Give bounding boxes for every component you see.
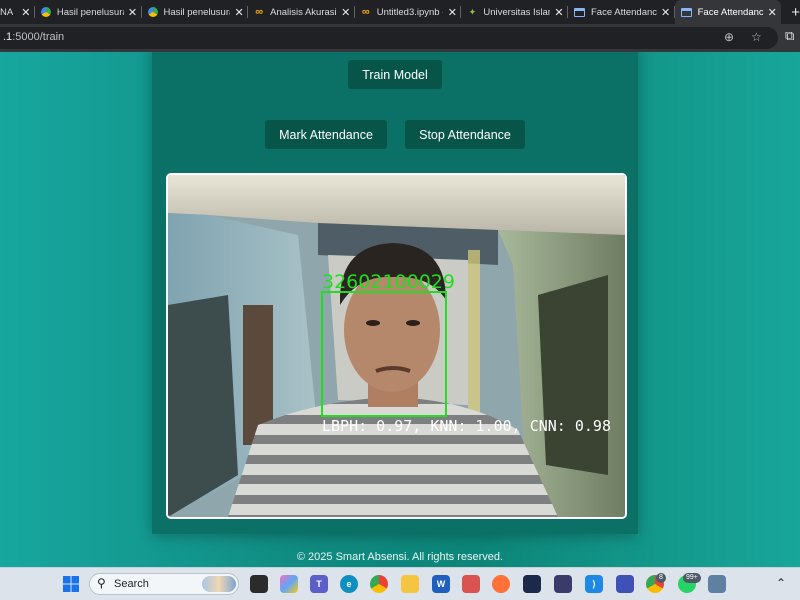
address-bar: .1:5000/train ⊕ ☆ (0, 24, 800, 52)
firefox-icon[interactable] (492, 575, 510, 593)
url-path: :5000/train (12, 31, 65, 43)
search-icon: ⚲ (97, 576, 106, 590)
taskbar: ⚲ Search T e W ⟩ 8 99+ ⌃ (0, 567, 800, 600)
camera-frame: 32602100029 LBPH: 0.97, KNN: 1.00, CNN: … (168, 175, 625, 517)
chrome-badge: 8 (656, 573, 666, 583)
close-icon[interactable]: ✕ (447, 6, 457, 19)
tab-title: Universitas Islam (483, 6, 550, 18)
task-view-icon[interactable] (250, 575, 268, 593)
file-explorer-icon[interactable] (401, 575, 419, 593)
close-icon[interactable]: ✕ (341, 6, 351, 19)
close-icon[interactable]: ✕ (21, 6, 31, 19)
whatsapp-badge: 99+ (683, 573, 701, 583)
detection-scores-label: LBPH: 0.97, KNN: 1.00, CNN: 0.98 (322, 417, 611, 435)
browser-tab[interactable]: Hasil penelusuran ✕ (35, 0, 142, 24)
tab-title: Hasil penelusuran (56, 6, 124, 18)
app-icon[interactable] (554, 575, 572, 593)
tab-title: Analisis Akurasi - (270, 6, 337, 18)
close-icon[interactable]: ✕ (128, 6, 138, 19)
browser-tab[interactable]: ∞ Untitled3.ipynb - ✕ (355, 0, 462, 24)
search-highlight-image (202, 576, 236, 592)
mark-attendance-button[interactable]: Mark Attendance (265, 120, 387, 149)
close-icon[interactable]: ✕ (234, 6, 244, 19)
close-icon[interactable]: ✕ (554, 6, 564, 19)
tab-title: Face Attendance (591, 6, 657, 18)
window-icon (680, 7, 692, 17)
app-icon[interactable] (616, 575, 634, 593)
browser-tab[interactable]: Face Attendance ✕ (568, 0, 675, 24)
tab-title: Untitled3.ipynb - (376, 6, 444, 18)
browser-tab[interactable]: NA ✕ (0, 0, 35, 24)
detection-id-label: 32602100029 (322, 271, 455, 293)
chevron-up-icon[interactable]: ⌃ (776, 576, 786, 590)
browser-tab[interactable]: Hasil penelusuran ✕ (142, 0, 249, 24)
app-icon[interactable] (708, 575, 726, 593)
train-model-button[interactable]: Train Model (348, 60, 442, 89)
url-text: .1:5000/train (3, 31, 64, 43)
close-icon[interactable]: ✕ (767, 6, 777, 19)
page-viewport: Train Model Mark Attendance Stop Attenda… (0, 52, 800, 567)
browser-tab-strip: NA ✕ Hasil penelusuran ✕ Hasil penelusur… (0, 0, 800, 24)
leaf-icon: ✦ (468, 7, 477, 17)
url-input[interactable]: .1:5000/train ⊕ ☆ (0, 27, 778, 49)
window-icon (574, 7, 585, 17)
colab-icon: ∞ (255, 6, 264, 18)
app-icon[interactable] (523, 575, 541, 593)
tab-title: Hasil penelusuran (163, 6, 231, 18)
browser-tab[interactable]: ∞ Analisis Akurasi - ✕ (248, 0, 355, 24)
vscode-icon[interactable]: ⟩ (585, 575, 603, 593)
stop-attendance-button[interactable]: Stop Attendance (405, 120, 525, 149)
browser-tab-active[interactable]: Face Attendance ✕ (674, 0, 782, 24)
zoom-icon[interactable]: ⊕ (724, 30, 734, 44)
page-footer: © 2025 Smart Absensi. All rights reserve… (296, 551, 504, 563)
browser-tab[interactable]: ✦ Universitas Islam ✕ (461, 0, 568, 24)
url-host: .1 (3, 31, 13, 43)
tab-title: Face Attendance (697, 6, 764, 18)
edge-icon[interactable]: e (340, 575, 358, 593)
drive-icon (147, 7, 158, 17)
teams-icon[interactable]: T (310, 575, 328, 593)
windows-start-icon[interactable] (62, 575, 80, 593)
colab-icon: ∞ (361, 6, 370, 18)
photos-icon[interactable] (462, 575, 480, 593)
taskbar-search-input[interactable]: ⚲ Search (89, 573, 239, 595)
bookmark-star-icon[interactable]: ☆ (751, 30, 762, 44)
tab-title: NA (0, 6, 14, 18)
camera-feed: 32602100029 LBPH: 0.97, KNN: 1.00, CNN: … (166, 173, 627, 519)
chrome-icon[interactable] (370, 575, 388, 593)
taskbar-search-label: Search (114, 578, 149, 590)
windows-logo-icon (63, 576, 79, 592)
drive-icon (40, 7, 51, 17)
copilot-icon[interactable] (280, 575, 298, 593)
word-icon[interactable]: W (432, 575, 450, 593)
new-tab-icon[interactable]: + (781, 0, 800, 24)
extensions-icon[interactable]: ⧉ (785, 28, 794, 44)
close-icon[interactable]: ✕ (661, 6, 671, 19)
